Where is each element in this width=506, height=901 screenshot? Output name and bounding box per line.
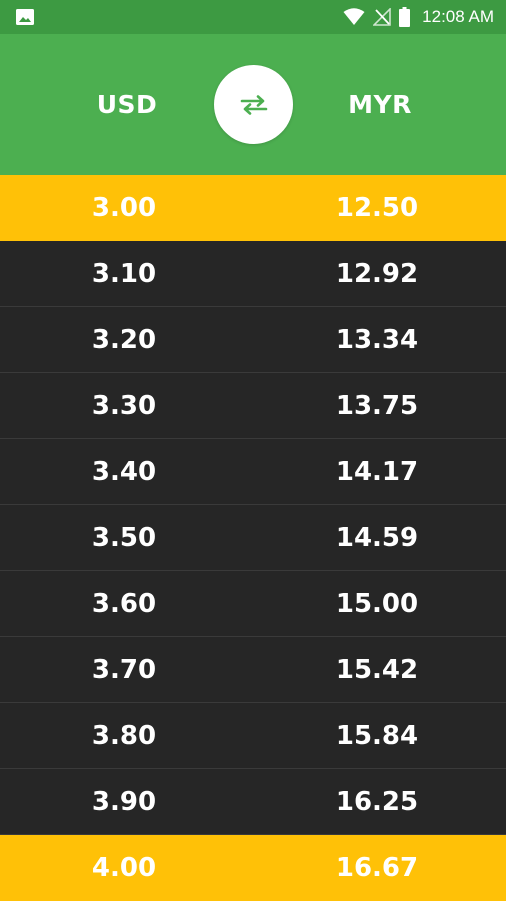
- table-row[interactable]: 3.50 14.59: [0, 505, 506, 571]
- swap-arrows-icon: [240, 94, 267, 115]
- table-row[interactable]: 4.00 16.67: [0, 835, 506, 901]
- from-currency-label[interactable]: USD: [27, 34, 227, 175]
- table-row[interactable]: 3.40 14.17: [0, 439, 506, 505]
- usd-value: 3.50: [91, 523, 157, 553]
- usd-value: 3.00: [91, 193, 157, 223]
- currency-header: USD MYR: [0, 34, 506, 175]
- usd-value: 3.90: [91, 787, 157, 817]
- usd-value: 3.40: [91, 457, 157, 487]
- conversion-table: 3.00 12.50 3.10 12.92 3.20 13.34 3.30 13…: [0, 175, 506, 901]
- status-icons: 12:08 AM: [343, 0, 494, 34]
- to-currency-label[interactable]: MYR: [280, 34, 480, 175]
- usd-value: 3.70: [91, 655, 157, 685]
- status-bar: 12:08 AM: [0, 0, 506, 34]
- myr-value: 16.25: [335, 787, 419, 817]
- usd-value: 3.60: [91, 589, 157, 619]
- usd-value: 3.80: [91, 721, 157, 751]
- table-row[interactable]: 3.90 16.25: [0, 769, 506, 835]
- myr-value: 15.00: [335, 589, 419, 619]
- myr-value: 15.42: [335, 655, 419, 685]
- usd-value: 3.10: [91, 259, 157, 289]
- myr-value: 15.84: [335, 721, 419, 751]
- myr-value: 12.50: [335, 193, 419, 223]
- usd-value: 3.30: [91, 391, 157, 421]
- gallery-icon: [16, 9, 34, 25]
- myr-value: 12.92: [335, 259, 419, 289]
- myr-value: 14.59: [335, 523, 419, 553]
- usd-value: 3.20: [91, 325, 157, 355]
- wifi-icon: [343, 8, 365, 25]
- no-signal-icon: [373, 8, 391, 26]
- myr-value: 16.67: [335, 853, 419, 883]
- table-row[interactable]: 3.10 12.92: [0, 241, 506, 307]
- table-row[interactable]: 3.00 12.50: [0, 175, 506, 241]
- table-row[interactable]: 3.80 15.84: [0, 703, 506, 769]
- table-row[interactable]: 3.70 15.42: [0, 637, 506, 703]
- status-time: 12:08 AM: [422, 7, 494, 26]
- myr-value: 13.75: [335, 391, 419, 421]
- table-row[interactable]: 3.20 13.34: [0, 307, 506, 373]
- table-row[interactable]: 3.60 15.00: [0, 571, 506, 637]
- usd-value: 4.00: [91, 853, 157, 883]
- myr-value: 14.17: [335, 457, 419, 487]
- battery-icon: [399, 7, 411, 27]
- myr-value: 13.34: [335, 325, 419, 355]
- table-row[interactable]: 3.30 13.75: [0, 373, 506, 439]
